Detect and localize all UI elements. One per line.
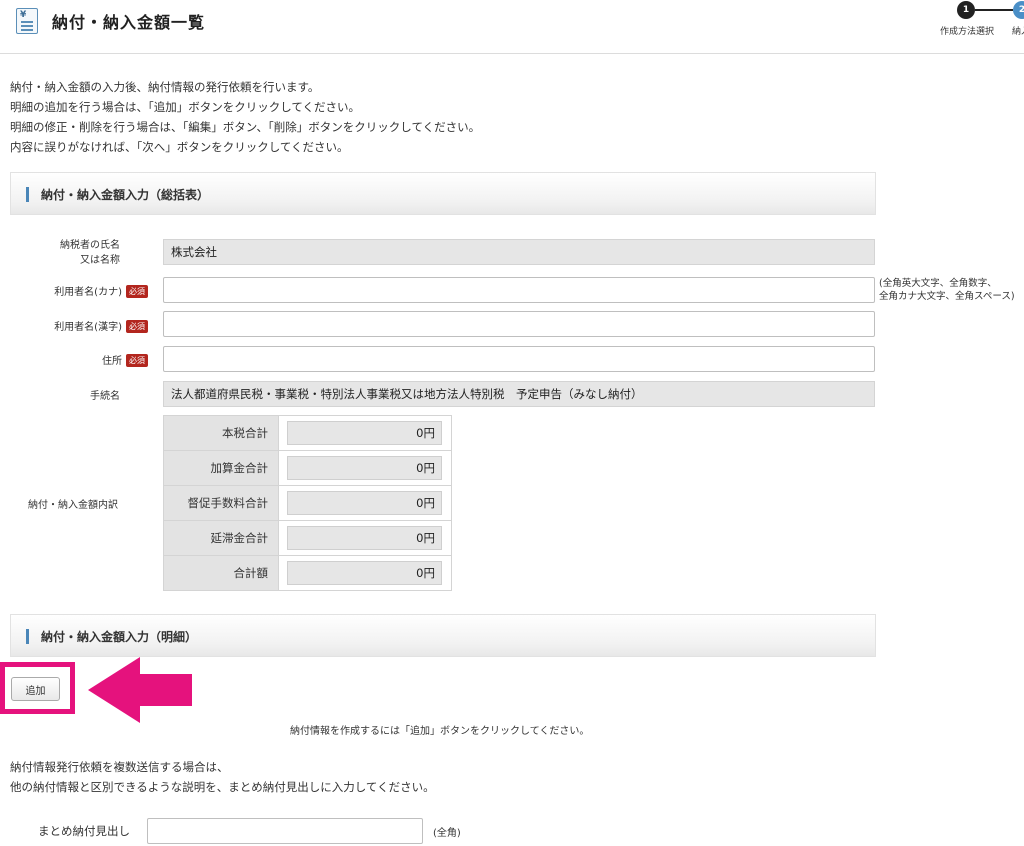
address-label: 住所 必須 [20, 352, 148, 367]
user-kanji-label: 利用者名(漢字) 必須 [20, 318, 148, 333]
step-connector [975, 9, 1013, 11]
amount-value: 0円 [287, 491, 442, 515]
section-title: 納付・納入金額入力（明細） [41, 630, 198, 644]
user-kana-input[interactable] [163, 277, 875, 303]
table-row: 本税合計 0円 [163, 415, 452, 451]
summary-section-header: 納付・納入金額入力（総括表） [10, 172, 876, 215]
multi-send-text: 納付情報発行依頼を複数送信する場合は、 他の納付情報と区別できるような説明を、ま… [10, 757, 435, 797]
page-title: 納付・納入金額一覧 [52, 13, 206, 32]
required-badge: 必須 [126, 354, 148, 367]
amount-row-name: 延滞金合計 [163, 520, 279, 556]
user-kana-label: 利用者名(カナ) 必須 [20, 283, 148, 298]
multi-send-line: 他の納付情報と区別できるような説明を、まとめ納付見出しに入力してください。 [10, 780, 435, 794]
step-1-circle: 1 [957, 1, 975, 19]
procedure-name-value: 法人都道府県民税・事業税・特別法人事業税又は地方法人特別税 予定申告（みなし納付… [163, 381, 875, 407]
amount-value: 0円 [287, 561, 442, 585]
yen-document-icon: ¥ [16, 8, 38, 34]
address-label-text: 住所 [102, 356, 122, 367]
table-row: 督促手数料合計 0円 [163, 485, 452, 521]
intro-line: 内容に誤りがなければ、「次へ」ボタンをクリックしてください。 [10, 140, 349, 154]
step-1-label: 作成方法選択 [940, 27, 995, 37]
section-accent-bar [26, 187, 29, 202]
pointer-arrow-icon [88, 657, 192, 723]
kana-note-line2: 全角カナ大文字、全角スペース) [879, 291, 1015, 302]
amount-row-name: 加算金合計 [163, 450, 279, 486]
amount-breakdown-table: 本税合計 0円 加算金合計 0円 督促手数料合計 0円 延滞金合計 0円 合計額… [163, 415, 452, 591]
amount-breakdown-label: 納付・納入金額内訳 [28, 500, 118, 511]
amount-row-name: 督促手数料合計 [163, 485, 279, 521]
taxpayer-label-line1: 納税者の氏名 [60, 240, 120, 251]
amount-value: 0円 [287, 421, 442, 445]
user-kanji-label-text: 利用者名(漢字) [54, 322, 122, 333]
section-title: 納付・納入金額入力（総括表） [41, 188, 210, 202]
user-kana-label-text: 利用者名(カナ) [54, 287, 122, 298]
matome-heading-label: まとめ納付見出し [38, 824, 130, 838]
required-badge: 必須 [126, 320, 148, 333]
step-2-label: 納入金 [1012, 27, 1024, 37]
intro-line: 納付・納入金額の入力後、納付情報の発行依頼を行います。 [10, 80, 320, 94]
page-header: ¥ 納付・納入金額一覧 1 2 作成方法選択 納入金 [0, 0, 1024, 54]
add-button[interactable]: 追加 [11, 677, 60, 701]
kana-note-line1: (全角英大文字、全角数字、 [879, 278, 997, 289]
amount-value: 0円 [287, 526, 442, 550]
table-row: 合計額 0円 [163, 555, 452, 591]
user-kanji-input[interactable] [163, 311, 875, 337]
amount-row-name: 合計額 [163, 555, 279, 591]
intro-line: 明細の追加を行う場合は、「追加」ボタンをクリックしてください。 [10, 100, 361, 114]
amount-value: 0円 [287, 456, 442, 480]
detail-section-header: 納付・納入金額入力（明細） [10, 614, 876, 657]
intro-line: 明細の修正・削除を行う場合は、「編集」ボタン、「削除」ボタンをクリックしてくださ… [10, 120, 481, 134]
amount-row-name: 本税合計 [163, 415, 279, 451]
procedure-label: 手続名 [90, 391, 120, 402]
add-hint-text: 納付情報を作成するには「追加」ボタンをクリックしてください。 [290, 726, 590, 737]
table-row: 加算金合計 0円 [163, 450, 452, 486]
table-row: 延滞金合計 0円 [163, 520, 452, 556]
address-input[interactable] [163, 346, 875, 372]
section-accent-bar [26, 629, 29, 644]
required-badge: 必須 [126, 285, 148, 298]
matome-heading-note: (全角) [433, 828, 461, 839]
taxpayer-label: 納税者の氏名 又は名称 [40, 238, 120, 268]
taxpayer-name-value: 株式会社 [163, 239, 875, 265]
intro-text: 納付・納入金額の入力後、納付情報の発行依頼を行います。 明細の追加を行う場合は、… [10, 77, 480, 157]
progress-steps: 1 2 作成方法選択 納入金 [930, 0, 1024, 40]
matome-heading-input[interactable] [147, 818, 423, 844]
kana-input-note: (全角英大文字、全角数字、 全角カナ大文字、全角スペース) [879, 277, 1015, 303]
step-2-circle: 2 [1013, 1, 1024, 19]
multi-send-line: 納付情報発行依頼を複数送信する場合は、 [10, 760, 229, 774]
taxpayer-label-line2: 又は名称 [80, 255, 120, 266]
